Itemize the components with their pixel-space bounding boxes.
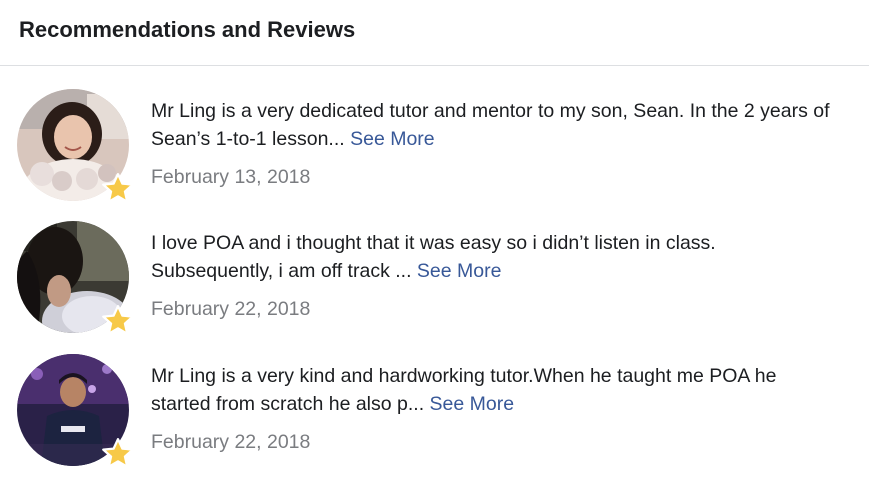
review-text: I love POA and i thought that it was eas…	[151, 229, 841, 285]
see-more-link[interactable]: See More	[417, 260, 502, 282]
star-icon	[102, 172, 134, 203]
section-header: Recommendations and Reviews	[0, 0, 869, 66]
star-icon	[102, 304, 134, 335]
review-text: Mr Ling is a very dedicated tutor and me…	[151, 97, 841, 153]
review-date[interactable]: February 22, 2018	[151, 298, 310, 321]
see-more-link[interactable]: See More	[350, 128, 435, 150]
star-icon	[102, 437, 134, 468]
review-excerpt: Mr Ling is a very dedicated tutor and me…	[151, 100, 830, 150]
reviewer-avatar-wrap[interactable]	[17, 221, 134, 335]
reviewer-avatar-wrap[interactable]	[17, 89, 134, 203]
see-more-link[interactable]: See More	[430, 393, 515, 415]
review-date[interactable]: February 13, 2018	[151, 166, 310, 189]
section-title: Recommendations and Reviews	[19, 17, 356, 42]
review-text: Mr Ling is a very kind and hardworking t…	[151, 362, 841, 418]
review-date[interactable]: February 22, 2018	[151, 431, 310, 454]
reviewer-avatar-wrap[interactable]	[17, 354, 134, 468]
